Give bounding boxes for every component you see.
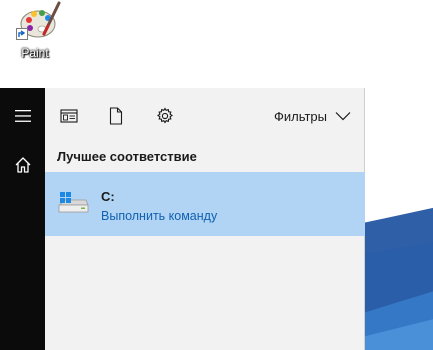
apps-filter-icon	[60, 109, 78, 123]
settings-filter-icon	[157, 107, 173, 124]
hamburger-menu-button[interactable]	[0, 96, 45, 136]
apps-filter-button[interactable]	[57, 104, 81, 128]
drive-icon	[58, 192, 89, 213]
result-name: C:	[101, 189, 115, 204]
search-results-panel: Фильтры Лучшее соответствие C: Выполнить…	[45, 88, 365, 350]
chevron-down-icon	[335, 112, 351, 121]
best-match-heading: Лучшее соответствие	[57, 149, 197, 164]
documents-filter-button[interactable]	[104, 104, 128, 128]
hamburger-menu-icon	[14, 110, 31, 122]
search-toolbar: Фильтры	[45, 88, 365, 144]
desktop-icon-label: Paint	[21, 46, 49, 60]
filters-label: Фильтры	[273, 108, 327, 124]
best-match-result[interactable]: C: Выполнить команду	[45, 172, 365, 236]
result-subtitle: Выполнить команду	[101, 209, 218, 223]
documents-filter-icon	[109, 107, 123, 125]
settings-filter-button[interactable]	[153, 104, 177, 128]
start-menu-rail	[0, 88, 45, 350]
home-button[interactable]	[0, 145, 45, 185]
shortcut-arrow-icon	[16, 28, 28, 40]
desktop-icon-paint[interactable]: Paint	[6, 0, 64, 64]
home-icon	[15, 157, 30, 173]
filters-dropdown[interactable]: Фильтры	[274, 104, 351, 128]
